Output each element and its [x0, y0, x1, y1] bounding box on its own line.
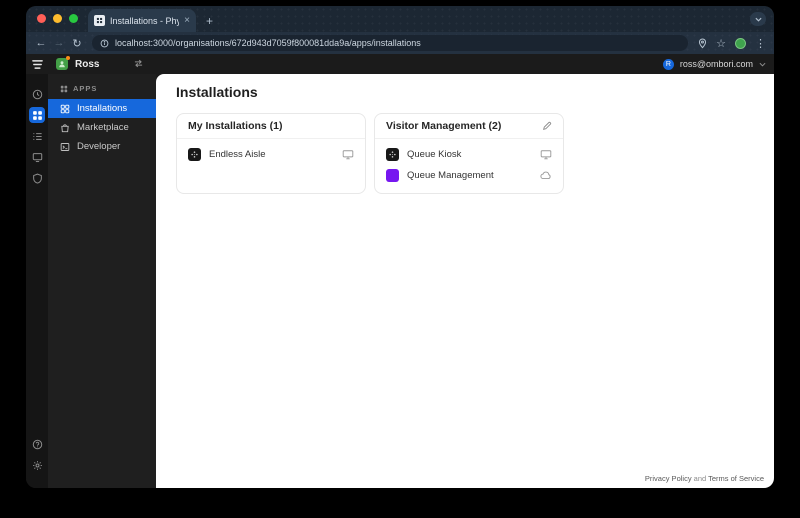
- monitor-icon: [540, 149, 552, 160]
- user-avatar: R: [662, 58, 674, 70]
- installation-row[interactable]: Queue Management: [375, 165, 563, 186]
- nav-rail: [26, 74, 48, 488]
- close-window-button[interactable]: [37, 14, 46, 23]
- main-content: Installations My Installations (1) Endle…: [156, 74, 774, 488]
- sidebar-item-label: Marketplace: [77, 122, 129, 133]
- sidebar-item-developer[interactable]: Developer: [48, 137, 156, 156]
- footer-conjunction: and: [693, 474, 707, 483]
- installations-grid-icon: [60, 104, 70, 113]
- url-bar: ← → ↻ localhost:3000/organisations/672d9…: [26, 32, 774, 54]
- chevron-down-icon: [754, 17, 762, 22]
- installation-name: Queue Management: [407, 170, 494, 181]
- developer-terminal-icon: [60, 142, 70, 151]
- phygrid-favicon-icon: [94, 15, 105, 26]
- group-card-visitor-management: Visitor Management (2) Queue Kiosk Queue…: [374, 113, 564, 194]
- browser-tab[interactable]: Installations - Phygrid ×: [88, 9, 196, 32]
- group-title: Visitor Management (2): [386, 120, 502, 132]
- terms-of-service-link[interactable]: Terms of Service: [708, 474, 764, 483]
- queue-kiosk-app-icon: [386, 148, 399, 161]
- new-tab-button[interactable]: +: [206, 14, 213, 32]
- legal-footer: Privacy Policy and Terms of Service: [645, 474, 764, 483]
- switch-organisation-icon[interactable]: [134, 55, 143, 73]
- browser-profile-avatar[interactable]: [735, 37, 746, 49]
- site-info-icon[interactable]: [100, 39, 109, 48]
- installation-groups: My Installations (1) Endless Aisle Visit…: [176, 113, 766, 194]
- sidebar-section-header: APPS: [48, 84, 156, 99]
- group-rows: Endless Aisle: [177, 139, 365, 172]
- apps-grid-icon[interactable]: [29, 107, 45, 123]
- sidebar-item-label: Installations: [77, 103, 128, 114]
- location-pin-icon[interactable]: [698, 38, 707, 49]
- endless-aisle-app-icon: [188, 148, 201, 161]
- rail-bottom: [29, 436, 45, 488]
- devices-screen-icon[interactable]: [29, 149, 45, 165]
- tab-strip: Installations - Phygrid × +: [26, 6, 774, 32]
- installation-name: Endless Aisle: [209, 149, 266, 160]
- reload-button[interactable]: ↻: [70, 37, 84, 50]
- sidebar-section-label: APPS: [73, 84, 98, 93]
- phygrid-logo-icon[interactable]: [26, 59, 48, 70]
- browser-actions: ☆ ⋮: [696, 37, 766, 50]
- phygrid-app: Ross R ross@ombori.com APPS Installation…: [26, 54, 774, 488]
- spaces-pin-icon[interactable]: [29, 170, 45, 186]
- forward-button[interactable]: →: [52, 37, 66, 49]
- sidebar-item-label: Developer: [77, 141, 121, 152]
- address-field[interactable]: localhost:3000/organisations/672d943d705…: [92, 35, 689, 51]
- installation-name: Queue Kiosk: [407, 149, 462, 160]
- queues-list-icon[interactable]: [29, 128, 45, 144]
- privacy-policy-link[interactable]: Privacy Policy: [645, 474, 692, 483]
- user-icon: [59, 61, 65, 68]
- url-text: localhost:3000/organisations/672d943d705…: [115, 38, 421, 48]
- group-card-header: Visitor Management (2): [375, 114, 563, 139]
- organisation-avatar: [56, 56, 70, 70]
- sidebar-item-installations[interactable]: Installations: [48, 99, 156, 118]
- organisation-name: Ross: [75, 58, 100, 70]
- app-top-bar: Ross R ross@ombori.com: [26, 54, 774, 74]
- tab-title: Installations - Phygrid: [110, 15, 180, 26]
- dashboard-clock-icon[interactable]: [29, 86, 45, 102]
- marketplace-bag-icon: [61, 123, 69, 132]
- edit-pencil-icon[interactable]: [542, 121, 552, 131]
- bookmark-star-icon[interactable]: ☆: [716, 37, 726, 50]
- group-card-my-installations: My Installations (1) Endless Aisle: [176, 113, 366, 194]
- apps-section-icon: [60, 85, 68, 92]
- window-controls[interactable]: [37, 14, 78, 23]
- minimize-window-button[interactable]: [53, 14, 62, 23]
- tab-search-button[interactable]: [750, 12, 766, 26]
- cloud-icon: [540, 171, 552, 180]
- user-email: ross@ombori.com: [679, 59, 753, 69]
- tab-close-icon[interactable]: ×: [184, 15, 190, 26]
- browser-window: Installations - Phygrid × + ← → ↻ localh…: [26, 6, 774, 488]
- queue-management-app-icon: [386, 169, 399, 182]
- zoom-window-button[interactable]: [69, 14, 78, 23]
- group-card-header: My Installations (1): [177, 114, 365, 139]
- page-title: Installations: [176, 84, 258, 100]
- help-icon[interactable]: [29, 436, 45, 452]
- back-button[interactable]: ←: [34, 37, 48, 49]
- app-body: APPS Installations Marketplace Developer…: [26, 74, 774, 488]
- notification-dot: [66, 56, 70, 60]
- installation-row[interactable]: Queue Kiosk: [375, 144, 563, 165]
- user-menu[interactable]: R ross@ombori.com: [662, 58, 766, 70]
- group-rows: Queue Kiosk Queue Management: [375, 139, 563, 193]
- sidebar-item-marketplace[interactable]: Marketplace: [48, 118, 156, 137]
- installation-row[interactable]: Endless Aisle: [177, 144, 365, 165]
- chevron-down-icon: [759, 62, 766, 67]
- settings-gear-icon[interactable]: [29, 457, 45, 473]
- monitor-icon: [342, 149, 354, 160]
- organisation-chip[interactable]: Ross: [56, 56, 100, 70]
- browser-menu-icon[interactable]: ⋮: [755, 37, 766, 50]
- apps-sidebar: APPS Installations Marketplace Developer: [48, 74, 156, 488]
- group-title: My Installations (1): [188, 120, 283, 132]
